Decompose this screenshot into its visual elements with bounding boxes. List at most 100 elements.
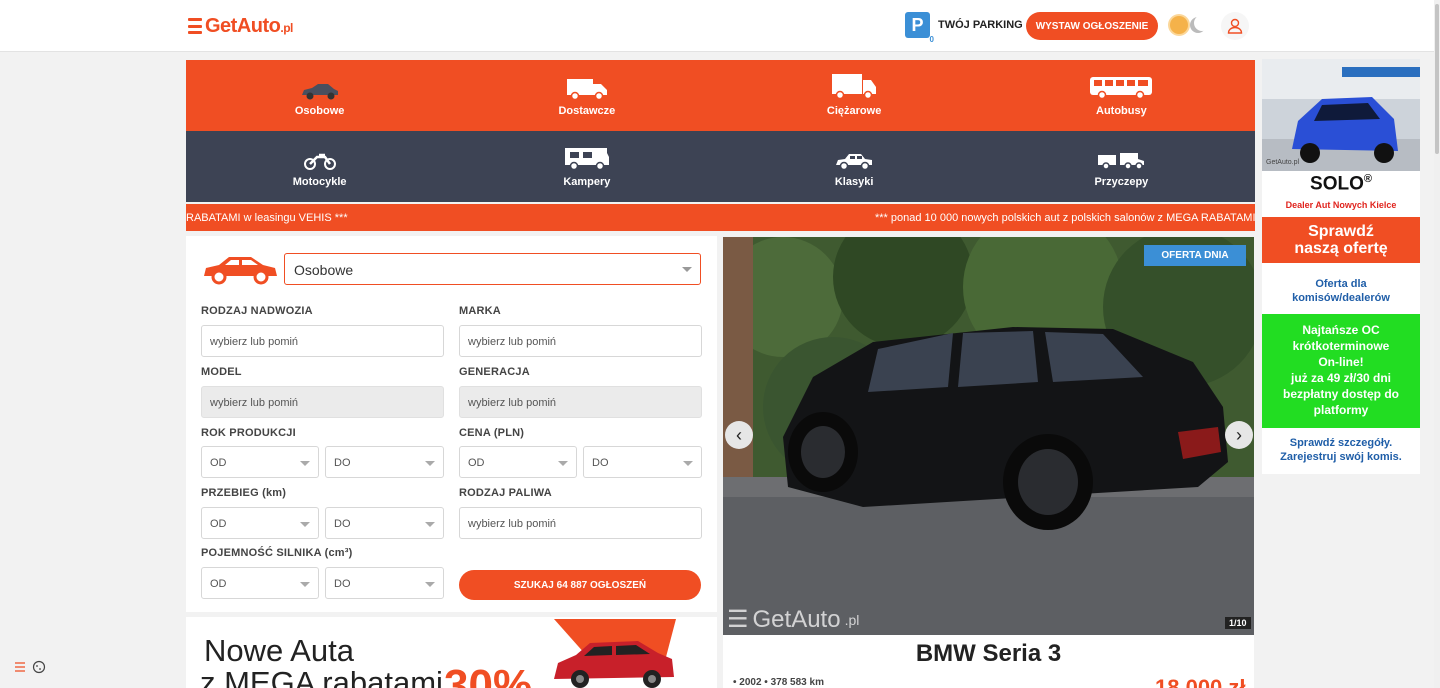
category-autobusy[interactable]: Autobusy xyxy=(988,60,1255,131)
chevron-down-icon xyxy=(682,267,692,272)
chevron-down-icon xyxy=(300,582,310,587)
brand-input[interactable]: wybierz lub pomiń xyxy=(459,325,702,357)
insurance-line: Najtańsze OC xyxy=(1302,323,1380,337)
category-label: Autobusy xyxy=(1096,105,1147,117)
search-form: Osobowe RODZAJ NADWOZIA MARKA wybierz lu… xyxy=(186,236,717,612)
parking-link[interactable]: P0 TWÓJ PARKING xyxy=(905,12,1023,44)
ad-photo-watermark: GetAuto.pl xyxy=(1266,159,1300,166)
brand-label: MARKA xyxy=(459,305,501,317)
site-logo[interactable]: GetAuto.pl xyxy=(188,14,293,38)
ticker-text-right: *** ponad 10 000 nowych polskich aut z p… xyxy=(875,212,1255,224)
offer-photo[interactable]: OFERTA DNIA ‹ › ☰ GetAuto .pl 1/10 xyxy=(723,237,1254,635)
offer-title[interactable]: BMW Seria 3 xyxy=(723,640,1254,668)
page-scrollbar[interactable] xyxy=(1434,0,1440,688)
category-motocykle[interactable]: Motocykle xyxy=(186,131,453,202)
chevron-down-icon xyxy=(425,582,435,587)
select-value: OD xyxy=(210,518,227,530)
cta-line-2: naszą ofertę xyxy=(1294,240,1388,257)
category-ciezarowe[interactable]: Ciężarowe xyxy=(721,60,988,131)
offer-of-the-day-badge: OFERTA DNIA xyxy=(1144,245,1246,266)
solo-dealer-photo[interactable]: GetAuto.pl xyxy=(1262,59,1420,171)
blue-car-image xyxy=(1262,59,1420,171)
new-cars-promo-banner[interactable]: Nowe Auta z MEGA rabatami 30% xyxy=(186,617,717,688)
solo-subtitle: Dealer Aut Nowych Kielce xyxy=(1285,200,1397,210)
vehicle-type-select[interactable]: Osobowe xyxy=(284,253,701,285)
dealer-line-2: komisów/dealerów xyxy=(1292,292,1390,304)
sun-icon xyxy=(1170,16,1188,34)
dealer-offer-link[interactable]: Oferta dla komisów/dealerów xyxy=(1262,277,1420,305)
year-from-select[interactable]: OD xyxy=(201,446,319,478)
register-dealer-link[interactable]: Sprawdź szczegóły. Zarejestruj swój komis… xyxy=(1262,436,1420,464)
body-type-label: RODZAJ NADWOZIA xyxy=(201,305,313,317)
photo-counter: 1/10 xyxy=(1225,617,1251,629)
classic-car-icon xyxy=(836,154,873,171)
previous-photo-button[interactable]: ‹ xyxy=(725,421,753,449)
offer-price: 18 000 zł xyxy=(1155,675,1246,688)
category-kampery[interactable]: Kampery xyxy=(453,131,720,202)
solo-brand[interactable]: SOLO® xyxy=(1262,173,1420,195)
chevron-down-icon xyxy=(300,461,310,466)
watermark-logo-icon: ☰ xyxy=(727,606,749,633)
promo-ticker[interactable]: RABATAMI w leasingu VEHIS *** *** ponad … xyxy=(186,204,1255,231)
category-label: Motocykle xyxy=(292,176,347,188)
category-dostawcze[interactable]: Dostawcze xyxy=(453,60,720,131)
photo-watermark: ☰ GetAuto .pl xyxy=(727,605,859,634)
category-nav: Osobowe Dostawcze Ciężarowe Autobusy Mot… xyxy=(186,60,1255,202)
user-account-button[interactable] xyxy=(1221,12,1249,40)
chevron-left-icon: ‹ xyxy=(736,424,742,445)
moon-icon xyxy=(1190,17,1206,33)
list-settings-icon[interactable] xyxy=(14,661,26,673)
registered-mark: ® xyxy=(1363,173,1372,185)
offer-mileage: 378 583 km xyxy=(770,677,824,688)
logo-text: GetAuto xyxy=(205,14,281,37)
vehicle-type-value: Osobowe xyxy=(294,262,354,278)
mileage-from-select[interactable]: OD xyxy=(201,507,319,539)
add-listing-button[interactable]: WYSTAW OGŁOSZENIE xyxy=(1026,12,1158,40)
corner-tools xyxy=(14,660,46,674)
promo-line-1: Nowe Auta xyxy=(204,633,354,668)
year-to-select[interactable]: DO xyxy=(325,446,444,478)
watermark-suffix: .pl xyxy=(844,611,860,628)
category-przyczepy[interactable]: Przyczepy xyxy=(988,131,1255,202)
check-offer-button[interactable]: Sprawdź naszą ofertę xyxy=(1262,217,1420,263)
engine-to-select[interactable]: DO xyxy=(325,567,444,599)
category-klasyki[interactable]: Klasyki xyxy=(721,131,988,202)
next-photo-button[interactable]: › xyxy=(1225,421,1253,449)
bus-icon xyxy=(1090,77,1153,100)
chevron-down-icon xyxy=(425,522,435,527)
engine-from-select[interactable]: OD xyxy=(201,567,319,599)
fuel-label: RODZAJ PALIWA xyxy=(459,487,552,499)
category-label: Kampery xyxy=(563,176,611,188)
chevron-down-icon xyxy=(300,522,310,527)
logo-suffix: .pl xyxy=(280,20,293,35)
generation-input[interactable]: wybierz lub pomiń xyxy=(459,386,702,418)
model-input[interactable]: wybierz lub pomiń xyxy=(201,386,444,418)
car-photo-image xyxy=(723,237,1254,635)
insurance-ad[interactable]: Najtańsze OC krótkoterminowe On-line! ju… xyxy=(1262,314,1420,428)
select-value: OD xyxy=(210,578,227,590)
trailer-icon xyxy=(1098,153,1145,170)
scrollbar-thumb[interactable] xyxy=(1435,4,1439,154)
select-value: DO xyxy=(334,518,351,530)
search-submit-button[interactable]: SZUKAJ 64 887 OGŁOSZEŃ xyxy=(459,570,701,600)
category-row-primary: Osobowe Dostawcze Ciężarowe Autobusy xyxy=(186,60,1255,131)
mileage-to-select[interactable]: DO xyxy=(325,507,444,539)
watermark-text: GetAuto xyxy=(752,605,841,633)
parking-icon: P0 xyxy=(905,12,934,44)
solo-brand-text: SOLO xyxy=(1310,173,1364,195)
year-label: ROK PRODUKCJI xyxy=(201,427,296,439)
offer-of-the-day: OFERTA DNIA ‹ › ☰ GetAuto .pl 1/10 BMW Ser… xyxy=(723,237,1254,688)
price-from-select[interactable]: OD xyxy=(459,446,577,478)
van-icon xyxy=(566,79,607,100)
theme-toggle[interactable] xyxy=(1170,16,1206,34)
details-line-2: Zarejestruj swój komis. xyxy=(1280,451,1402,463)
category-label: Przyczepy xyxy=(1094,176,1149,188)
user-icon xyxy=(1227,18,1243,34)
cookie-icon[interactable] xyxy=(32,660,46,674)
body-type-input[interactable]: wybierz lub pomiń xyxy=(201,325,444,357)
fuel-input[interactable]: wybierz lub pomiń xyxy=(459,507,702,539)
category-osobowe[interactable]: Osobowe xyxy=(186,60,453,131)
select-value: DO xyxy=(334,457,351,469)
top-header: GetAuto.pl P0 TWÓJ PARKING WYSTAW OGŁOSZ… xyxy=(0,0,1440,52)
price-to-select[interactable]: DO xyxy=(583,446,702,478)
